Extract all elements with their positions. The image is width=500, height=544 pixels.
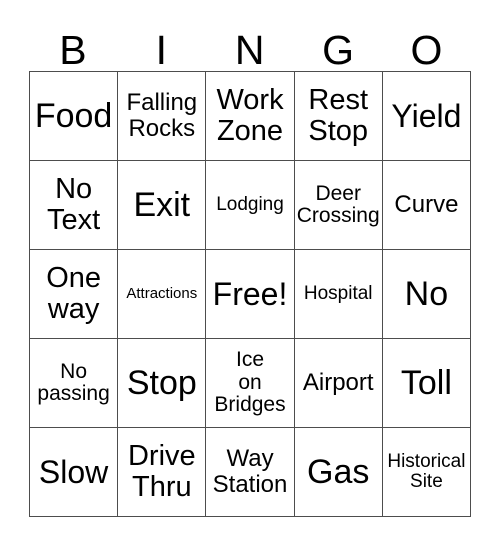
bingo-header-letter-i: I (155, 27, 168, 73)
bingo-cell-label: Rest Stop (308, 83, 369, 147)
bingo-cell[interactable]: Stop (118, 339, 207, 428)
bingo-cell[interactable]: Food (30, 72, 119, 161)
bingo-cell-label: No (404, 274, 449, 313)
bingo-cell[interactable]: Yield (382, 72, 472, 161)
bingo-cell-label: Work Zone (216, 83, 284, 147)
bingo-cell[interactable]: No passing (30, 339, 119, 428)
bingo-cell-label: Ice on Bridges (214, 348, 286, 417)
bingo-cell[interactable]: Way Station (206, 428, 295, 517)
bingo-cell[interactable]: Slow (30, 428, 119, 517)
bingo-cell[interactable]: Exit (118, 161, 207, 250)
bingo-row: Food Falling Rocks Work Zone Rest Stop Y… (30, 72, 472, 161)
bingo-cell-label: Yield (391, 97, 462, 134)
bingo-row: No Text Exit Lodging Deer Crossing Curve (30, 161, 472, 250)
bingo-cell[interactable]: No Text (30, 161, 119, 250)
bingo-cell-label: Free! (212, 275, 288, 312)
bingo-cell-label: Airport (302, 369, 374, 397)
bingo-header-row: B I N G O (29, 14, 471, 71)
bingo-header-letter-n: N (234, 27, 266, 73)
bingo-cell-label: No passing (37, 359, 110, 405)
bingo-row: One way Attractions Free! Hospital No (30, 250, 472, 339)
bingo-header-letter-g: G (322, 27, 355, 73)
bingo-cell[interactable]: Lodging (206, 161, 295, 250)
bingo-cell-label: Toll (400, 363, 452, 402)
bingo-cell-label: Lodging (216, 193, 284, 215)
bingo-cell-label: Slow (38, 453, 109, 490)
bingo-cell-label: Food (34, 96, 113, 135)
bingo-cell[interactable]: Ice on Bridges (206, 339, 295, 428)
bingo-card: B I N G O Food Falling Rocks Work Zone R… (29, 14, 472, 517)
bingo-cell-label: Gas (307, 452, 370, 491)
bingo-cell[interactable]: Falling Rocks (118, 72, 207, 161)
bingo-cell-label: Stop (126, 363, 197, 402)
bingo-row: Slow Drive Thru Way Station Gas Historic… (30, 428, 472, 517)
bingo-cell[interactable]: Attractions (118, 250, 207, 339)
bingo-cell[interactable]: Historical Site (382, 428, 472, 517)
bingo-cell[interactable]: Curve (382, 161, 472, 250)
bingo-cell[interactable]: Gas (294, 428, 383, 517)
bingo-header-letter-b: B (59, 27, 88, 73)
bingo-row: No passing Stop Ice on Bridges Airport T… (30, 339, 472, 428)
bingo-cell[interactable]: No (382, 250, 472, 339)
bingo-cell-label: Historical Site (387, 450, 466, 492)
bingo-cell-label: Hospital (303, 282, 373, 304)
bingo-cell[interactable]: Rest Stop (294, 72, 383, 161)
bingo-cell-label: Falling Rocks (126, 89, 198, 142)
bingo-cell-label: No Text (47, 172, 101, 236)
bingo-cell-free[interactable]: Free! (206, 250, 295, 339)
bingo-cell-label: Curve (394, 191, 459, 219)
bingo-cell-label: Drive Thru (127, 439, 196, 503)
bingo-cell-label: Exit (133, 185, 191, 224)
bingo-cell[interactable]: Drive Thru (118, 428, 207, 517)
bingo-cell[interactable]: Deer Crossing (294, 161, 383, 250)
bingo-cell-label: One way (46, 261, 102, 325)
bingo-grid: Food Falling Rocks Work Zone Rest Stop Y… (29, 71, 472, 517)
bingo-cell-label: Deer Crossing (296, 181, 380, 227)
bingo-cell[interactable]: Work Zone (206, 72, 295, 161)
bingo-cell[interactable]: Toll (382, 339, 472, 428)
bingo-cell[interactable]: Airport (294, 339, 383, 428)
bingo-cell[interactable]: One way (30, 250, 119, 339)
bingo-cell[interactable]: Hospital (294, 250, 383, 339)
bingo-cell-label: Way Station (212, 445, 288, 498)
bingo-cell-label: Attractions (126, 284, 198, 302)
bingo-header-letter-o: O (410, 27, 443, 73)
